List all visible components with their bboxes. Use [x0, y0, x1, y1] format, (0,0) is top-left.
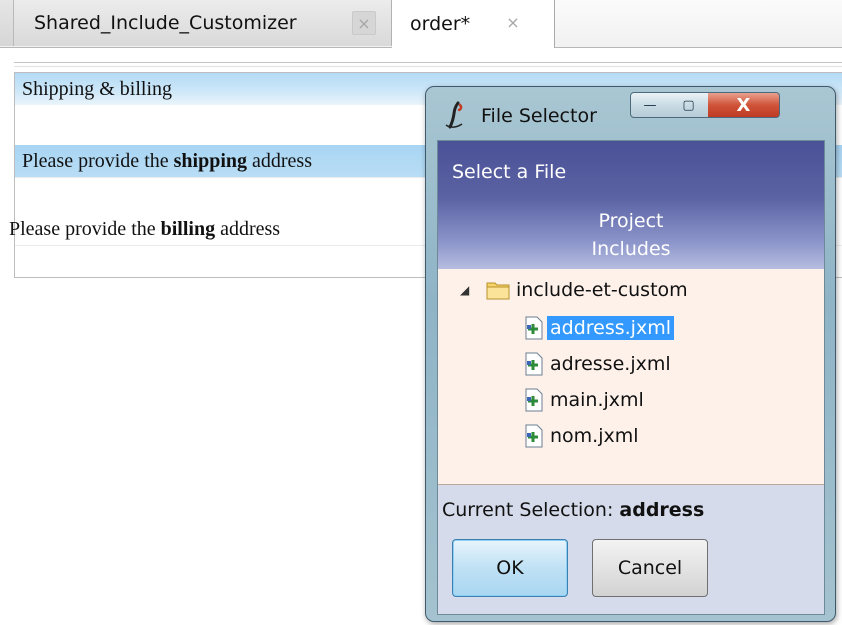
dialog-header-band: Select a File Project Includes	[438, 141, 824, 269]
maximize-icon: ▢	[682, 97, 695, 113]
dialog-titlebar[interactable]: File Selector — ▢ X	[426, 87, 835, 139]
dialog-title: File Selector	[481, 105, 597, 127]
tree-file-label: adresse.jxml	[550, 353, 671, 375]
tree-folder-label: include-et-custom	[516, 279, 688, 301]
tab-order[interactable]: order* ×	[392, 0, 555, 48]
project-label-line1: Project	[598, 210, 664, 232]
jxml-file-icon	[525, 352, 543, 376]
jxml-file-icon	[525, 316, 543, 340]
tab-close-icon[interactable]: ×	[502, 11, 524, 33]
shipping-suffix: address	[247, 150, 312, 172]
tree-file-node[interactable]: adresse.jxml	[524, 349, 674, 379]
shipping-bold: shipping	[173, 150, 248, 172]
tab-shared-include-customizer[interactable]: Shared_Include_Customizer ×	[14, 0, 392, 46]
project-label-line2: Includes	[591, 238, 671, 260]
tree-file-node[interactable]: main.jxml	[524, 385, 647, 415]
close-icon: X	[736, 94, 751, 116]
maximize-button[interactable]: ▢	[669, 92, 709, 118]
project-includes-label: Project Includes	[438, 207, 824, 263]
select-file-label: Select a File	[452, 161, 567, 183]
current-selection-label: Current Selection:	[442, 499, 620, 521]
minimize-icon: —	[643, 97, 657, 113]
tab-strip-edge	[0, 0, 14, 46]
billing-bold: billing	[160, 218, 216, 240]
dialog-client-area: Select a File Project Includes ◢ include…	[437, 140, 825, 615]
tree-file-node[interactable]: nom.jxml	[524, 421, 642, 451]
divider	[14, 62, 842, 63]
tree-file-label: nom.jxml	[550, 425, 639, 447]
file-tree[interactable]: ◢ include-et-custom address.jxml adresse…	[438, 269, 824, 485]
billing-suffix: address	[215, 218, 281, 240]
tab-label: order*	[410, 13, 471, 35]
cancel-button[interactable]: Cancel	[592, 539, 708, 597]
editor-tab-strip: Shared_Include_Customizer × order* ×	[0, 0, 842, 48]
tree-file-node[interactable]: address.jxml	[524, 313, 674, 343]
tree-folder-node[interactable]: ◢ include-et-custom	[460, 275, 688, 305]
tab-close-icon[interactable]: ×	[352, 11, 376, 35]
jxml-file-icon	[525, 424, 543, 448]
expand-arrow-icon[interactable]: ◢	[460, 283, 486, 297]
billing-prefix: Please provide the	[9, 218, 161, 240]
tab-label: Shared_Include_Customizer	[34, 12, 297, 34]
tree-file-label: address.jxml	[547, 316, 674, 340]
folder-icon	[486, 282, 510, 300]
shipping-prefix: Please provide the	[22, 150, 174, 172]
java-cup-icon	[445, 101, 463, 129]
jxml-file-icon	[525, 388, 543, 412]
divider	[14, 66, 842, 67]
current-selection: Current Selection: address	[442, 499, 704, 521]
ok-button[interactable]: OK	[452, 539, 568, 597]
close-button[interactable]: X	[708, 92, 780, 118]
tree-file-label: main.jxml	[550, 389, 644, 411]
minimize-button[interactable]: —	[630, 92, 670, 118]
current-selection-value: address	[619, 499, 705, 521]
file-selector-dialog: File Selector — ▢ X Select a File Projec…	[425, 86, 836, 622]
